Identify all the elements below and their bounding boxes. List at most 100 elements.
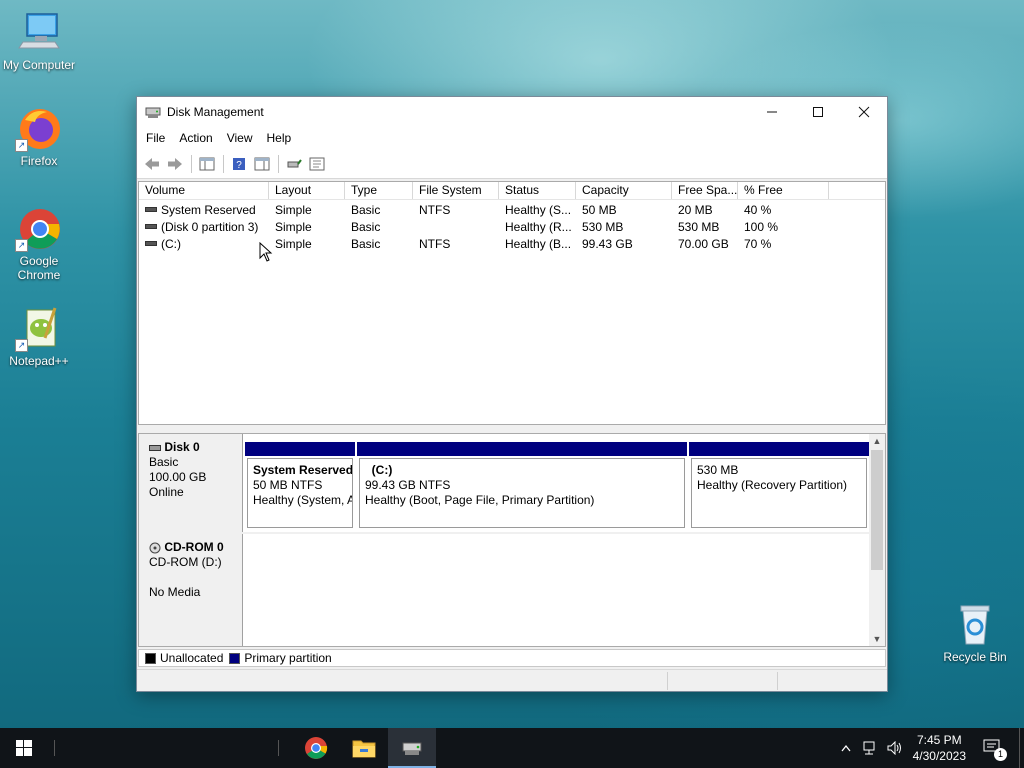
desktop-icon-label: Firefox [20,154,58,168]
search-divider [54,740,55,756]
volume-status: Healthy (R... [505,220,572,234]
notepadpp-icon: ↗ [15,304,63,352]
volume-file-system [413,219,499,236]
volume-row[interactable]: (Disk 0 partition 3) Simple Basic Health… [139,219,885,236]
minimize-button[interactable] [749,97,795,127]
partition-size: 50 MB NTFS [253,478,323,492]
menu-view[interactable]: View [220,131,260,145]
cdrom-label[interactable]: CD-ROM 0 CD-ROM (D:) No Media [139,534,243,646]
action-pane-icon [254,157,270,170]
cdrom-row: CD-ROM 0 CD-ROM (D:) No Media [139,534,871,646]
toolbar-separator [191,154,192,173]
primary-partition-bar [689,442,869,456]
show-action-pane-button[interactable] [251,153,273,175]
show-hide-console-tree-button[interactable] [196,153,218,175]
volume-layout: Simple [275,220,312,234]
toolbar-separator [223,154,224,173]
action-center-button[interactable]: 1 [978,728,1008,768]
column-header-percent-free[interactable]: % Free [738,182,829,199]
desktop-icon-label: Notepad++ [9,354,69,368]
desktop-icon-my-computer[interactable]: My Computer [0,8,78,72]
scrollbar-thumb[interactable] [871,450,883,570]
partition-status: Healthy (System, A [253,493,353,507]
volume-name: (Disk 0 partition 3) [161,220,259,234]
window-title: Disk Management [167,105,264,119]
volume-icon [145,241,157,247]
taskbar-file-explorer[interactable] [340,728,388,768]
partition-status: Healthy (Boot, Page File, Primary Partit… [365,493,595,507]
column-header-type[interactable]: Type [345,182,413,199]
volume-tray-button[interactable] [884,728,906,768]
back-arrow-icon [145,157,159,170]
volume-type: Basic [351,220,381,234]
help-button[interactable]: ? [228,153,250,175]
partition-c-drive[interactable]: (C:) 99.43 GB NTFS Healthy (Boot, Page F… [357,442,687,530]
network-tray-button[interactable] [860,728,882,768]
network-icon [863,741,875,755]
taskbar-disk-management[interactable] [388,728,436,768]
close-icon [858,106,870,118]
volume-row[interactable]: (C:) Simple Basic NTFS Healthy (B... 99.… [139,236,885,253]
taskbar-clock[interactable]: 7:45 PM 4/30/2023 [913,732,966,764]
properties-button[interactable] [306,153,328,175]
scroll-down-icon[interactable]: ▼ [869,632,885,646]
volume-free-space: 530 MB [678,220,720,234]
volume-layout: Simple [275,203,312,217]
speaker-icon [887,741,901,755]
volume-capacity: 50 MB [582,203,617,217]
partition-recovery[interactable]: 530 MB Healthy (Recovery Partition) [689,442,869,530]
volume-list: Volume Layout Type File System Status Ca… [138,181,886,425]
mouse-cursor-icon [259,242,273,262]
scroll-up-icon[interactable]: ▲ [869,434,885,448]
partition-size: 99.43 GB NTFS [365,478,451,492]
maximize-button[interactable] [795,97,841,127]
toolbar: ? [137,149,887,179]
shortcut-arrow-icon: ↗ [15,139,28,152]
disk-graphical-view: Disk 0 Basic 100.00 GB Online System Res… [138,433,886,647]
desktop-icon-notepadpp[interactable]: ↗ Notepad++ [0,304,78,368]
menu-help[interactable]: Help [260,131,299,145]
volume-list-header: Volume Layout Type File System Status Ca… [139,182,885,200]
cdrom-name: CD-ROM 0 [164,540,224,554]
desktop-icon-chrome[interactable]: ↗ Google Chrome [0,204,78,282]
primary-partition-bar [357,442,687,456]
chevron-up-icon [841,744,851,752]
taskbar-chrome[interactable] [292,728,340,768]
notification-count-badge: 1 [994,748,1007,761]
volume-percent-free: 70 % [744,237,772,251]
volume-icon [145,207,157,213]
status-segment [777,672,778,690]
partition-system-reserved[interactable]: System Reserved 50 MB NTFS Healthy (Syst… [245,442,355,530]
disk-view-scrollbar[interactable]: ▲ ▼ [869,434,885,646]
disk-row: Disk 0 Basic 100.00 GB Online System Res… [139,434,871,532]
column-header-layout[interactable]: Layout [269,182,345,199]
disk-status: Online [149,485,184,499]
column-header-capacity[interactable]: Capacity [576,182,672,199]
show-desktop-button[interactable] [1019,728,1024,768]
disk-label[interactable]: Disk 0 Basic 100.00 GB Online [139,434,243,532]
show-hidden-icons-button[interactable] [836,728,856,768]
cdrom-drive-letter: CD-ROM (D:) [149,555,222,569]
title-bar[interactable]: Disk Management [137,97,887,127]
menu-action[interactable]: Action [172,131,219,145]
firefox-icon: ↗ [15,104,63,152]
connect-drive-button[interactable] [283,153,305,175]
column-header-status[interactable]: Status [499,182,576,199]
volume-percent-free: 40 % [744,203,772,217]
cdrom-blank-line [149,570,242,585]
minimize-icon [767,111,777,113]
forward-button[interactable] [164,153,186,175]
back-button[interactable] [141,153,163,175]
legend: Unallocated Primary partition [138,649,886,667]
drive-connect-icon [287,158,302,167]
column-header-file-system[interactable]: File System [413,182,499,199]
volume-free-space: 70.00 GB [678,237,729,251]
start-button[interactable] [0,728,48,768]
close-button[interactable] [841,97,887,127]
column-header-volume[interactable]: Volume [139,182,269,199]
volume-row[interactable]: System Reserved Simple Basic NTFS Health… [139,202,885,219]
menu-file[interactable]: File [139,131,172,145]
column-header-free-space[interactable]: Free Spa... [672,182,738,199]
desktop-icon-recycle-bin[interactable]: Recycle Bin [936,600,1014,664]
desktop-icon-firefox[interactable]: ↗ Firefox [0,104,78,168]
